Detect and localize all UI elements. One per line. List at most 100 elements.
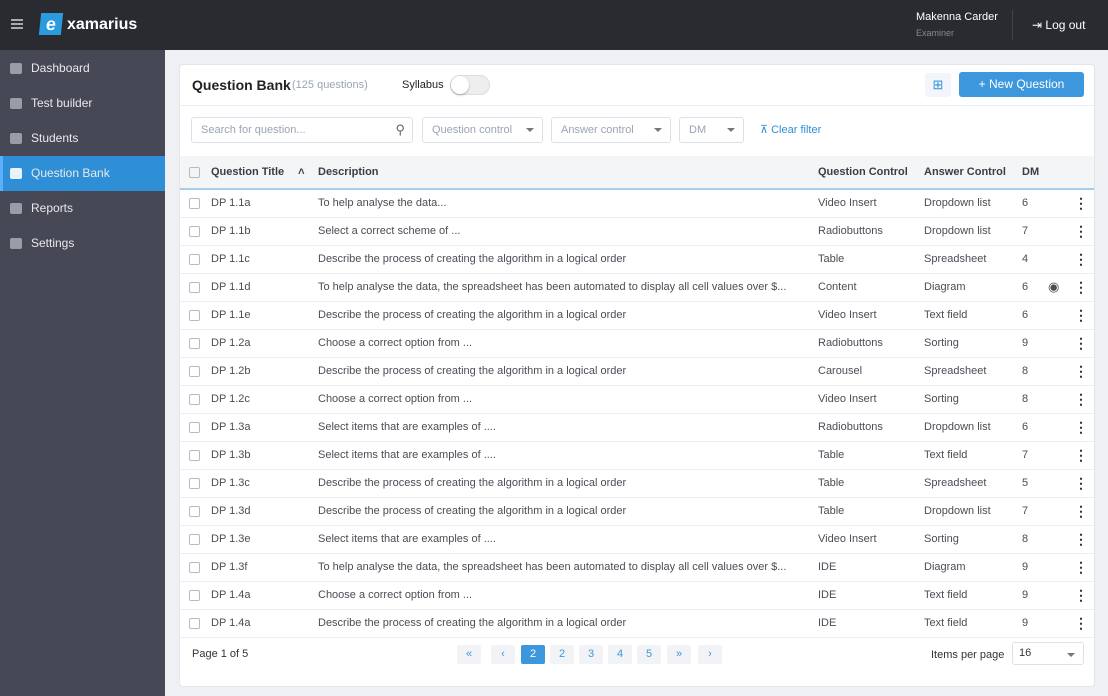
answer-control-select[interactable]: Answer control xyxy=(551,117,671,143)
more-options-icon[interactable]: ⋮ xyxy=(1068,189,1094,218)
sidebar-item-test-builder[interactable]: Test builder xyxy=(0,86,165,121)
more-options-icon[interactable]: ⋮ xyxy=(1068,245,1094,274)
search-input[interactable]: Search for question... ⚲ xyxy=(191,117,413,143)
more-options-icon[interactable]: ⋮ xyxy=(1068,553,1094,582)
next-page-button[interactable]: › xyxy=(698,645,722,664)
page-button[interactable]: 3 xyxy=(579,645,603,664)
logout-button[interactable]: ⇥ Log out xyxy=(1032,18,1085,32)
more-options-icon[interactable]: ⋮ xyxy=(1068,525,1094,554)
column-dm: DM xyxy=(1022,156,1048,190)
dm-value: 8 xyxy=(1022,385,1048,414)
first-page-button[interactable]: « xyxy=(457,645,481,664)
sidebar-item-reports[interactable]: Reports xyxy=(0,191,165,226)
answer-control: Text field xyxy=(924,609,1022,638)
sidebar-item-dashboard[interactable]: Dashboard xyxy=(0,51,165,86)
answer-control: Spreadsheet xyxy=(924,469,1022,498)
row-checkbox[interactable] xyxy=(189,225,200,237)
row-checkbox[interactable] xyxy=(189,533,200,545)
more-options-icon[interactable]: ⋮ xyxy=(1068,357,1094,386)
question-control-select[interactable]: Question control xyxy=(422,117,543,143)
row-checkbox[interactable] xyxy=(189,337,200,349)
row-checkbox[interactable] xyxy=(189,365,200,377)
hamburger-menu-icon[interactable] xyxy=(11,19,23,29)
row-checkbox[interactable] xyxy=(189,589,200,601)
row-checkbox[interactable] xyxy=(189,477,200,489)
description: Select items that are examples of .... xyxy=(318,413,818,442)
question-title: DP 1.4a xyxy=(202,581,318,610)
dm-value: 9 xyxy=(1022,553,1048,582)
question-title: DP 1.2a xyxy=(202,329,318,358)
description: To help analyse the data, the spreadshee… xyxy=(318,273,818,302)
row-checkbox[interactable] xyxy=(189,449,200,461)
people-icon xyxy=(10,133,22,144)
row-checkbox[interactable] xyxy=(189,197,200,209)
sidebar-item-label: Students xyxy=(31,131,79,145)
table-row[interactable]: DP 1.1d To help analyse the data, the sp… xyxy=(180,273,1094,302)
table-row[interactable]: DP 1.2a Choose a correct option from ...… xyxy=(180,329,1094,358)
clear-filter-button[interactable]: ⊼ Clear filter xyxy=(760,123,821,136)
more-options-icon[interactable]: ⋮ xyxy=(1068,413,1094,442)
row-checkbox[interactable] xyxy=(189,561,200,573)
view-cell xyxy=(1048,581,1068,610)
more-options-icon[interactable]: ⋮ xyxy=(1068,609,1094,638)
table-row[interactable]: DP 1.1c Describe the process of creating… xyxy=(180,245,1094,274)
answer-control: Sorting xyxy=(924,525,1022,554)
table-row[interactable]: DP 1.3b Select items that are examples o… xyxy=(180,441,1094,470)
row-checkbox[interactable] xyxy=(189,617,200,629)
more-options-icon[interactable]: ⋮ xyxy=(1068,497,1094,526)
table-row[interactable]: DP 1.3a Select items that are examples o… xyxy=(180,413,1094,442)
more-options-icon[interactable]: ⋮ xyxy=(1068,329,1094,358)
row-checkbox[interactable] xyxy=(189,393,200,405)
view-cell xyxy=(1048,469,1068,498)
table-row[interactable]: DP 1.2c Choose a correct option from ...… xyxy=(180,385,1094,414)
answer-control: Diagram xyxy=(924,273,1022,302)
eye-icon[interactable]: ◉ xyxy=(1048,279,1059,294)
table-row[interactable]: DP 1.3f To help analyse the data, the sp… xyxy=(180,553,1094,582)
page-button[interactable]: 5 xyxy=(637,645,661,664)
import-button[interactable]: ⊞ xyxy=(925,73,951,97)
page-button[interactable]: 2 xyxy=(550,645,574,664)
row-checkbox[interactable] xyxy=(189,505,200,517)
question-title: DP 1.1e xyxy=(202,301,318,330)
description: To help analyse the data... xyxy=(318,189,818,218)
more-options-icon[interactable]: ⋮ xyxy=(1068,273,1094,302)
prev-page-button[interactable]: ‹ xyxy=(491,645,515,664)
row-checkbox[interactable] xyxy=(189,421,200,433)
page-button[interactable]: 2 xyxy=(521,645,545,664)
table-row[interactable]: DP 1.4a Choose a correct option from ...… xyxy=(180,581,1094,610)
row-checkbox[interactable] xyxy=(189,281,200,293)
answer-control: Sorting xyxy=(924,329,1022,358)
row-checkbox[interactable] xyxy=(189,309,200,321)
more-options-icon[interactable]: ⋮ xyxy=(1068,217,1094,246)
user-name: Makenna Carder xyxy=(916,11,998,23)
more-options-icon[interactable]: ⋮ xyxy=(1068,441,1094,470)
more-options-icon[interactable]: ⋮ xyxy=(1068,469,1094,498)
syllabus-toggle[interactable] xyxy=(450,75,490,95)
dm-value: 8 xyxy=(1022,357,1048,386)
sidebar-item-settings[interactable]: Settings xyxy=(0,226,165,261)
column-question-title[interactable]: Question Title ˄ xyxy=(202,156,318,190)
row-checkbox[interactable] xyxy=(189,253,200,265)
view-cell xyxy=(1048,217,1068,246)
table-row[interactable]: DP 1.1e Describe the process of creating… xyxy=(180,301,1094,330)
table-row[interactable]: DP 1.1a To help analyse the data... Vide… xyxy=(180,189,1094,218)
table-row[interactable]: DP 1.2b Describe the process of creating… xyxy=(180,357,1094,386)
table-row[interactable]: DP 1.3d Describe the process of creating… xyxy=(180,497,1094,526)
more-options-icon[interactable]: ⋮ xyxy=(1068,385,1094,414)
table-row[interactable]: DP 1.4a Describe the process of creating… xyxy=(180,609,1094,638)
column-actions xyxy=(1068,156,1094,190)
page-button[interactable]: 4 xyxy=(608,645,632,664)
sidebar-item-question-bank[interactable]: Question Bank xyxy=(0,156,165,191)
sidebar-item-students[interactable]: Students xyxy=(0,121,165,156)
table-row[interactable]: DP 1.3e Select items that are examples o… xyxy=(180,525,1094,554)
dm-value: 9 xyxy=(1022,609,1048,638)
last-page-button[interactable]: » xyxy=(667,645,691,664)
new-question-button[interactable]: + New Question xyxy=(959,72,1084,97)
items-per-page-select[interactable]: 16 xyxy=(1012,642,1084,665)
more-options-icon[interactable]: ⋮ xyxy=(1068,301,1094,330)
dm-select[interactable]: DM xyxy=(679,117,744,143)
table-row[interactable]: DP 1.1b Select a correct scheme of ... R… xyxy=(180,217,1094,246)
more-options-icon[interactable]: ⋮ xyxy=(1068,581,1094,610)
table-row[interactable]: DP 1.3c Describe the process of creating… xyxy=(180,469,1094,498)
select-all-checkbox[interactable] xyxy=(189,166,200,178)
